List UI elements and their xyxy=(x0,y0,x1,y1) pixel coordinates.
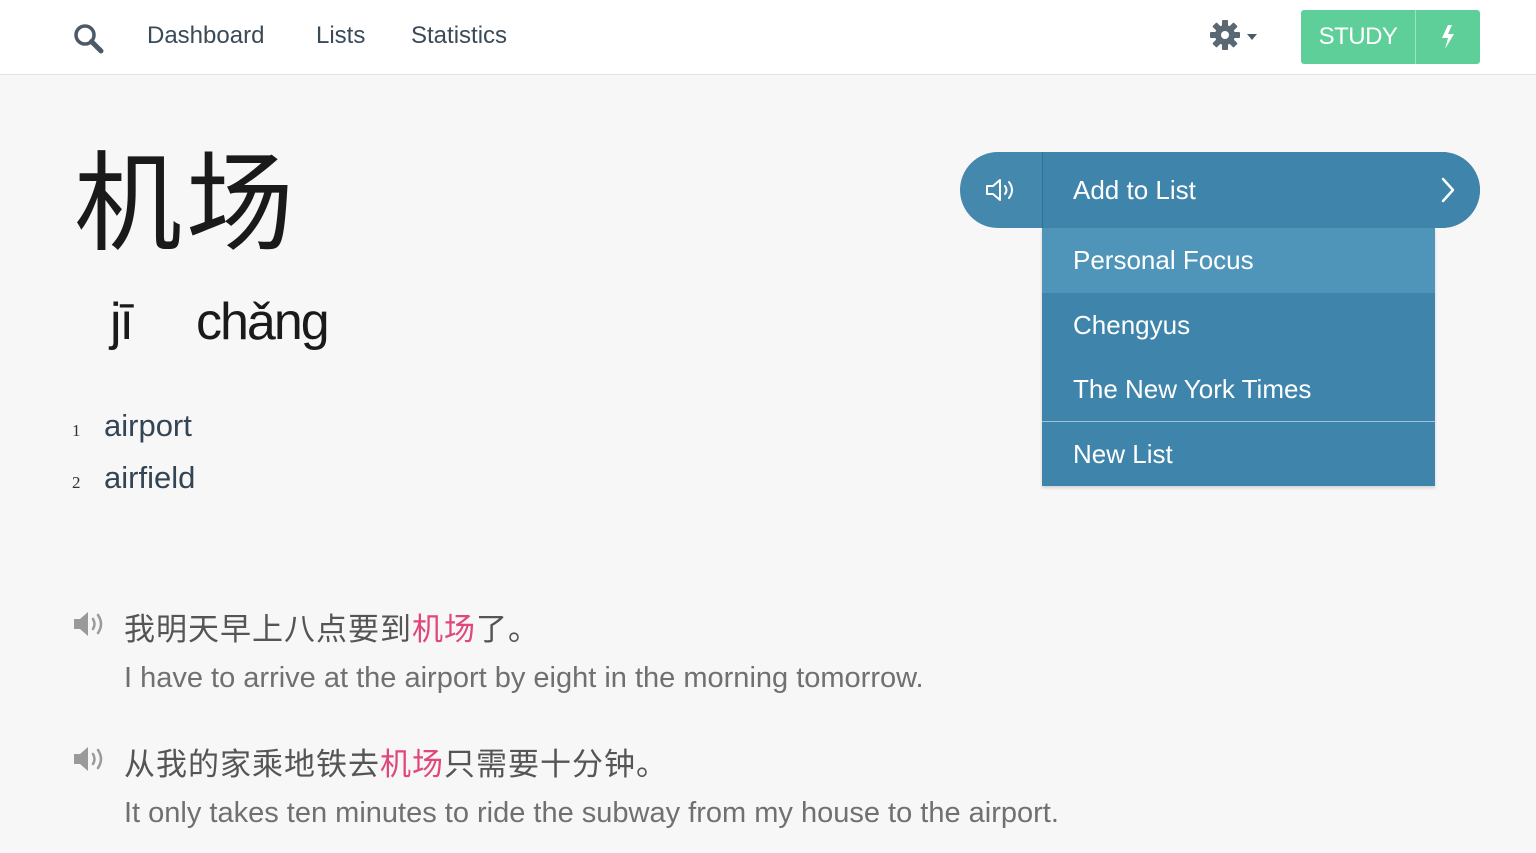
study-button[interactable]: STUDY xyxy=(1301,10,1415,64)
definition-text: airport xyxy=(104,408,192,443)
study-button-group: STUDY xyxy=(1301,10,1480,64)
example-chinese-sentence: 从我的家乘地铁去机场只需要十分钟。 xyxy=(124,739,668,784)
definition-text: airfield xyxy=(104,460,196,495)
menu-item-chengyus[interactable]: Chengyus xyxy=(1042,293,1435,357)
quick-study-button[interactable] xyxy=(1415,10,1480,64)
sentence-highlight: 机场 xyxy=(412,612,476,648)
sentence-highlight: 机场 xyxy=(380,747,444,783)
play-audio-button[interactable] xyxy=(960,152,1043,228)
sentence-text: 只需要十分钟。 xyxy=(444,747,668,783)
search-icon[interactable] xyxy=(72,22,104,54)
example-english-translation: I have to arrive at the airport by eight… xyxy=(124,662,924,694)
speaker-icon[interactable] xyxy=(72,745,108,773)
menu-item-new-list[interactable]: New List xyxy=(1042,422,1435,486)
definition-item: 2 airfield xyxy=(72,460,195,496)
pinyin-syllable: chǎng xyxy=(196,293,330,351)
sentence-text: 我明天早上八点要到 xyxy=(124,612,412,648)
definition-number: 1 xyxy=(72,421,81,440)
top-navbar: Dashboard Lists Statistics STUDY xyxy=(0,0,1536,75)
nav-dashboard[interactable]: Dashboard xyxy=(147,22,264,50)
add-to-list-control: Add to List xyxy=(960,152,1480,228)
nav-lists[interactable]: Lists xyxy=(316,22,365,50)
pinyin-syllable: jī xyxy=(110,293,134,351)
gear-icon xyxy=(1210,20,1240,50)
caret-down-icon xyxy=(1247,34,1257,40)
add-to-list-label: Add to List xyxy=(1073,174,1196,205)
menu-item-personal-focus[interactable]: Personal Focus xyxy=(1042,228,1435,293)
definition-item: 1 airport xyxy=(72,408,192,444)
list-dropdown-menu: Personal Focus Chengyus The New York Tim… xyxy=(1042,228,1435,486)
chevron-right-icon xyxy=(1441,177,1455,203)
add-to-list-button[interactable]: Add to List xyxy=(1043,152,1480,228)
lightning-icon xyxy=(1442,25,1454,49)
speaker-icon xyxy=(986,179,1013,201)
speaker-icon[interactable] xyxy=(72,610,108,638)
sentence-text: 从我的家乘地铁去 xyxy=(124,747,380,783)
example-chinese-sentence: 我明天早上八点要到机场了。 xyxy=(124,604,540,649)
definition-number: 2 xyxy=(72,473,81,492)
example-english-translation: It only takes ten minutes to ride the su… xyxy=(124,797,1059,829)
sentence-text: 了。 xyxy=(476,612,540,648)
settings-menu-button[interactable] xyxy=(1208,18,1260,52)
word-hanzi: 机场 xyxy=(74,142,299,267)
menu-item-new-york-times[interactable]: The New York Times xyxy=(1042,357,1435,421)
nav-statistics[interactable]: Statistics xyxy=(411,22,507,50)
